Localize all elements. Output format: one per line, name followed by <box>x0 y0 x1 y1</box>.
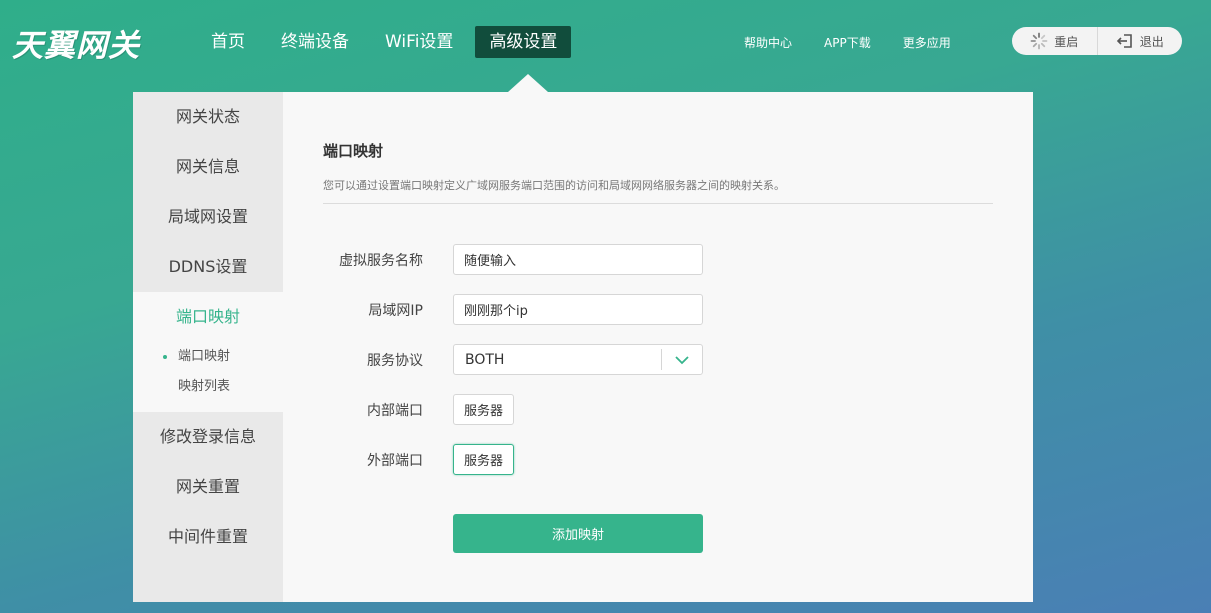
nav-item-wifi[interactable]: WiFi设置 <box>371 26 467 58</box>
external-port-label: 外部端口 <box>367 452 423 469</box>
sidebar-item-ddns[interactable]: DDNS设置 <box>133 242 283 292</box>
nav-item-home[interactable]: 首页 <box>197 26 259 58</box>
form-row-service-name: 虚拟服务名称 <box>323 244 703 275</box>
top-links: 帮助中心 APP下载 更多应用 <box>744 34 983 51</box>
sidebar-item-port-mapping[interactable]: 端口映射 <box>133 292 283 342</box>
internal-port-label: 内部端口 <box>367 402 423 419</box>
sidebar-item-lan-settings[interactable]: 局域网设置 <box>133 192 283 242</box>
main-content: 端口映射 您可以通过设置端口映射定义广域网服务端口范围的访问和局域网网络服务器之… <box>283 92 1033 602</box>
nav-item-devices[interactable]: 终端设备 <box>267 26 363 58</box>
restart-label: 重启 <box>1054 34 1079 49</box>
form-row-internal-port: 内部端口 服务器 <box>323 394 515 425</box>
sidebar-item-middleware-reset[interactable]: 中间件重置 <box>133 512 283 562</box>
action-pill: 重启 退出 <box>1012 27 1182 55</box>
sidebar-item-gateway-info[interactable]: 网关信息 <box>133 142 283 192</box>
logout-button[interactable]: 退出 <box>1096 27 1183 55</box>
form-row-lan-ip: 局域网IP <box>323 294 703 325</box>
sidebar: 网关状态 网关信息 局域网设置 DDNS设置 端口映射 端口映射 映射列表 修改… <box>133 92 283 602</box>
form-row-external-port: 外部端口 服务器 <box>323 444 515 475</box>
divider <box>323 203 993 204</box>
sidebar-subitem-mapping-list[interactable]: 映射列表 <box>133 372 283 402</box>
restart-button[interactable]: 重启 <box>1012 27 1097 55</box>
protocol-label: 服务协议 <box>367 352 423 369</box>
nav-item-advanced[interactable]: 高级设置 <box>475 26 572 58</box>
link-app-download[interactable]: APP下载 <box>824 34 871 51</box>
logout-label: 退出 <box>1139 34 1164 49</box>
sidebar-item-gateway-reset[interactable]: 网关重置 <box>133 462 283 512</box>
spinner-icon <box>1030 32 1048 50</box>
main-nav: 首页 终端设备 WiFi设置 高级设置 <box>197 26 579 58</box>
link-more-apps[interactable]: 更多应用 <box>903 34 951 51</box>
logout-arrow-icon <box>1116 34 1132 48</box>
sidebar-item-login-info[interactable]: 修改登录信息 <box>133 412 283 462</box>
form-row-protocol: 服务协议 BOTH <box>323 344 703 375</box>
external-port-server-button[interactable]: 服务器 <box>453 444 515 475</box>
protocol-select[interactable]: BOTH <box>453 344 703 375</box>
service-name-input[interactable] <box>453 244 703 275</box>
sidebar-group-port-mapping: 端口映射 端口映射 映射列表 <box>133 292 283 412</box>
service-name-label: 虚拟服务名称 <box>339 252 423 269</box>
nav-pointer-caret <box>508 74 548 92</box>
chevron-down-icon[interactable] <box>662 355 702 365</box>
add-mapping-button[interactable]: 添加映射 <box>453 514 703 553</box>
link-help-center[interactable]: 帮助中心 <box>744 34 792 51</box>
lan-ip-input[interactable] <box>453 294 703 325</box>
sidebar-item-gateway-status[interactable]: 网关状态 <box>133 92 283 142</box>
settings-panel: 网关状态 网关信息 局域网设置 DDNS设置 端口映射 端口映射 映射列表 修改… <box>133 92 1033 602</box>
brand-logo[interactable]: 天翼网关 <box>12 20 140 65</box>
lan-ip-label: 局域网IP <box>368 302 423 319</box>
page-description: 您可以通过设置端口映射定义广域网服务端口范围的访问和局域网网络服务器之间的映射关… <box>323 179 785 192</box>
top-bar: 天翼网关 首页 终端设备 WiFi设置 高级设置 帮助中心 APP下载 更多应用 <box>0 0 1211 84</box>
sidebar-subitem-port-mapping[interactable]: 端口映射 <box>133 342 283 372</box>
page-title: 端口映射 <box>323 142 384 160</box>
protocol-select-value: BOTH <box>465 351 505 368</box>
internal-port-server-button[interactable]: 服务器 <box>453 394 515 425</box>
